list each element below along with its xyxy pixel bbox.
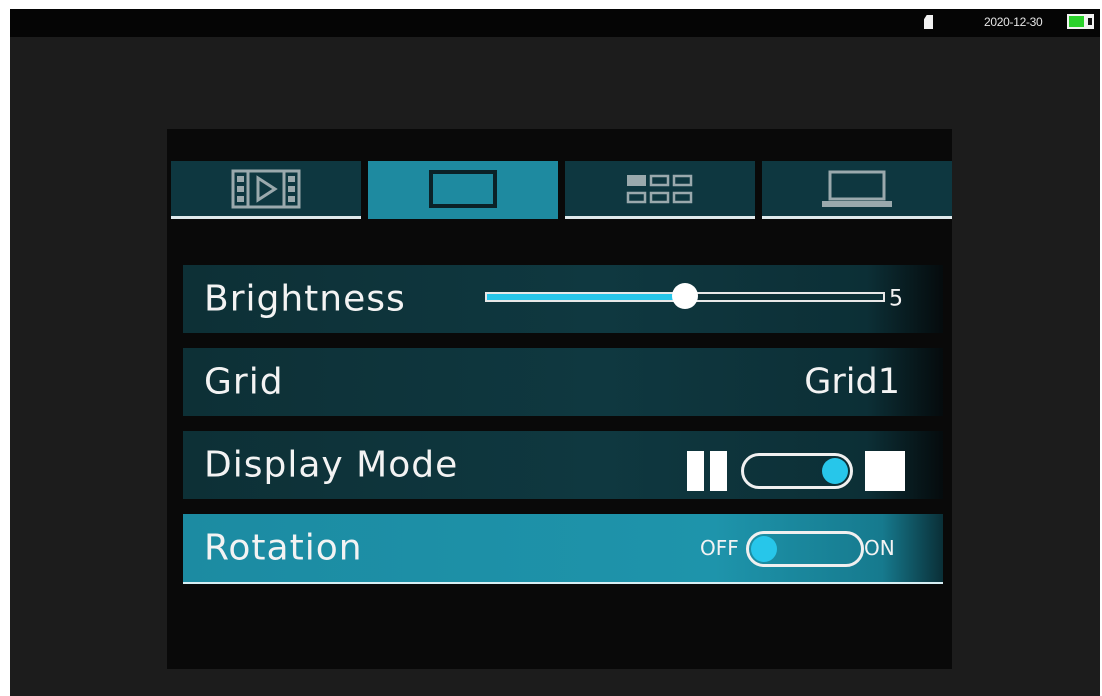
rotation-off-label: OFF: [700, 536, 739, 560]
tab-playback[interactable]: [171, 161, 361, 219]
brightness-label: Brightness: [204, 278, 406, 320]
display-mode-label: Display Mode: [204, 444, 459, 486]
display-mode-toggle-knob: [822, 458, 848, 484]
setting-row-grid[interactable]: Grid Grid1: [183, 348, 943, 416]
video-playback-icon: [231, 169, 301, 208]
laptop-icon: [822, 170, 892, 207]
grid-layout-icon: [626, 174, 693, 203]
grid-value: Grid1: [804, 362, 900, 402]
sd-card-icon: [924, 15, 933, 29]
brightness-slider-fill: [487, 294, 685, 300]
full-screen-icon: [865, 451, 905, 491]
display-mode-toggle[interactable]: [741, 453, 853, 489]
battery-level: [1069, 16, 1084, 27]
brightness-slider-thumb[interactable]: [672, 283, 698, 309]
setting-row-rotation[interactable]: Rotation OFF ON: [183, 514, 943, 584]
rotation-on-label: ON: [864, 536, 895, 560]
tab-layout[interactable]: [565, 161, 755, 219]
brightness-value: 5: [889, 286, 903, 312]
rotation-toggle[interactable]: [746, 531, 864, 567]
tab-system[interactable]: [762, 161, 952, 219]
settings-panel: Brightness 5 Grid Grid1 Display Mode Rot…: [167, 129, 952, 669]
display-icon: [429, 169, 497, 208]
rotation-label: Rotation: [204, 527, 363, 569]
device-screen: 2020-12-30 Brightness 5 Grid Grid1 Displ…: [10, 9, 1100, 696]
status-bar: 2020-12-30: [10, 9, 1100, 37]
status-date: 2020-12-30: [984, 15, 1043, 29]
split-screen-icon: [687, 451, 727, 491]
rotation-toggle-knob: [751, 536, 777, 562]
setting-row-brightness[interactable]: Brightness 5: [183, 265, 943, 333]
battery-icon: [1067, 14, 1094, 29]
tab-display[interactable]: [368, 161, 558, 219]
settings-tabs: [171, 161, 952, 219]
setting-row-display-mode[interactable]: Display Mode: [183, 431, 943, 499]
grid-label: Grid: [204, 361, 284, 403]
